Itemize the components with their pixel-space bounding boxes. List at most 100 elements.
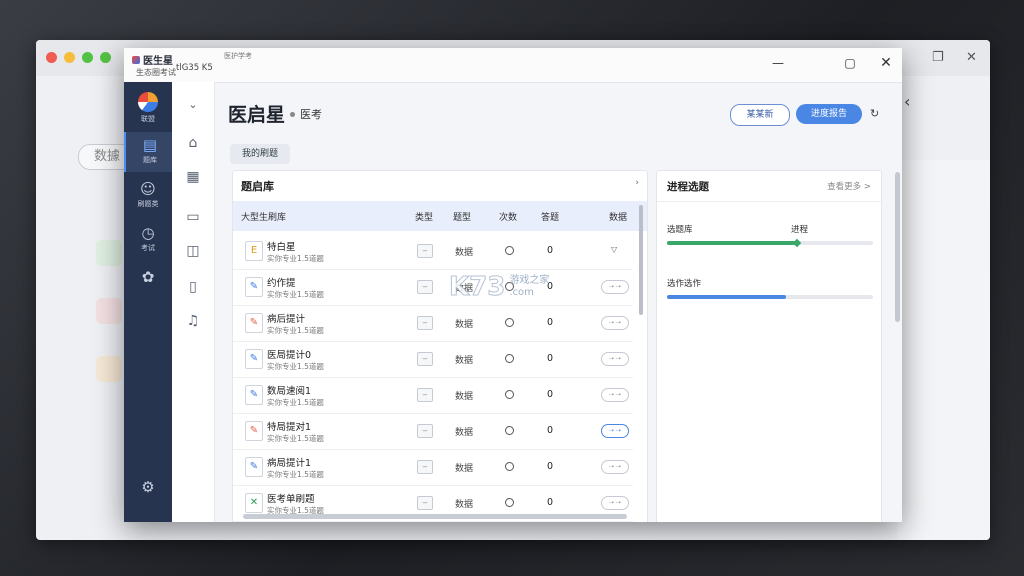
close-icon[interactable]: ✕: [966, 50, 977, 65]
zoom-dot[interactable]: [82, 52, 93, 63]
column-header[interactable]: 次数: [499, 210, 517, 223]
row-count: 0: [547, 245, 554, 256]
row-meta: 实你专业1.5道题: [267, 398, 324, 407]
file-icon: E: [245, 241, 263, 261]
row-type: 数据: [455, 464, 474, 474]
home-icon[interactable]: ⌂: [182, 132, 204, 154]
table-row[interactable]: E 特白星 实你专业1.5道题 − 数据 0 ▽: [233, 233, 633, 270]
table-row[interactable]: ✎ 病后提计 实你专业1.5道题 − 数据 0 ⇢ ⇢: [233, 305, 633, 342]
expand-icon[interactable]: ▽: [611, 245, 617, 254]
row-title[interactable]: 病局提计1: [267, 455, 311, 469]
calendar-icon[interactable]: ▭: [182, 206, 204, 228]
background-panel: [898, 160, 990, 540]
row-count: 0: [547, 353, 554, 364]
row-count: 0: [547, 317, 554, 328]
clock-icon: ◷: [141, 224, 155, 242]
row-title[interactable]: 约作提: [267, 275, 296, 289]
minimize-dot[interactable]: [64, 52, 75, 63]
column-header[interactable]: 大型生刷库: [241, 210, 286, 223]
row-meta: 实你专业1.5道题: [267, 290, 324, 299]
status-circle-icon: [505, 498, 514, 507]
rail-item-exam[interactable]: ◷ 考试: [124, 220, 172, 260]
minimize-button[interactable]: —: [768, 53, 788, 73]
chevron-left-icon: ‹: [904, 92, 911, 111]
file-icon: ✎: [245, 313, 263, 333]
restore-icon[interactable]: ❐: [932, 50, 944, 65]
tab-my-practice[interactable]: 我的刷题: [230, 144, 290, 164]
row-toggle[interactable]: ⇢ ⇢: [601, 280, 629, 294]
row-meta: 实你专业1.5道题: [267, 434, 324, 443]
row-toggle[interactable]: ⇢ ⇢: [601, 388, 629, 402]
file-icon: ✎: [245, 421, 263, 441]
row-title[interactable]: 病后提计: [267, 311, 305, 325]
row-toggle[interactable]: ⇢ ⇢: [601, 460, 629, 474]
progress-title: 进程选题: [667, 181, 709, 193]
progress-report-button[interactable]: 进度报告: [796, 104, 862, 124]
checkbox[interactable]: −: [417, 316, 433, 330]
checkbox[interactable]: −: [417, 352, 433, 366]
row-title[interactable]: 数局速阅1: [267, 383, 311, 397]
background-tile: [96, 356, 122, 382]
row-toggle[interactable]: ⇢ ⇢: [601, 316, 629, 330]
content-scrollbar[interactable]: [895, 172, 900, 322]
book-icon: ▤: [142, 136, 158, 154]
table-row[interactable]: ✎ 医局提计0 实你专业1.5道题 − 数据 0 ⇢ ⇢: [233, 341, 633, 378]
row-type: 数据: [455, 428, 474, 438]
row-toggle[interactable]: ⇢ ⇢: [601, 496, 629, 510]
gear-icon: ⚙: [141, 478, 155, 496]
horizontal-scrollbar[interactable]: [243, 514, 627, 519]
rail-item-questions[interactable]: ▤ 题库: [124, 132, 174, 172]
group-icon: ☺: [140, 180, 156, 198]
row-count: 0: [547, 425, 554, 436]
progress-marker: [792, 238, 802, 248]
maximize-button[interactable]: ▢: [840, 53, 860, 73]
main-content: 医启星 医考 某某新 进度报告 ↻ 我的刷题 题启库 › 大型生刷库 类型 题型…: [214, 82, 902, 522]
checkbox[interactable]: −: [417, 424, 433, 438]
chart-icon[interactable]: ◫: [182, 240, 204, 262]
column-header[interactable]: 答题: [541, 210, 559, 223]
column-header[interactable]: 数据: [609, 210, 627, 223]
close-button[interactable]: ✕: [876, 53, 896, 73]
title-dot: [290, 112, 295, 117]
progress-label: 选作选作: [667, 279, 702, 289]
progress-panel: 进程选题 查看更多 > 选题库 进程 选作选作: [656, 170, 882, 522]
row-title[interactable]: 特局提对1: [267, 419, 311, 433]
grid-icon[interactable]: ▯: [182, 276, 204, 298]
table-row[interactable]: ✎ 数局速阅1 实你专业1.5道题 − 数据 0 ⇢ ⇢: [233, 377, 633, 414]
checkbox[interactable]: −: [417, 280, 433, 294]
row-toggle[interactable]: ⇢ ⇢: [601, 352, 629, 366]
progress-bar: [667, 295, 873, 299]
chevron-down-icon[interactable]: ⌄: [182, 94, 204, 116]
brain-icon: ✿: [141, 268, 155, 286]
view-more-link[interactable]: 查看更多 >: [827, 180, 871, 192]
chevron-right-icon[interactable]: ›: [635, 178, 639, 188]
document-icon[interactable]: ▦: [182, 166, 204, 188]
row-title[interactable]: 特白星: [267, 239, 296, 253]
refresh-icon[interactable]: ↻: [870, 107, 879, 120]
new-button[interactable]: 某某新: [730, 104, 790, 126]
row-toggle[interactable]: ⇢ ⇢: [601, 424, 629, 438]
background-tile: [96, 240, 122, 266]
bell-icon[interactable]: ♫: [182, 310, 204, 332]
row-title[interactable]: 医局提计0: [267, 347, 311, 361]
vertical-scrollbar[interactable]: [639, 205, 643, 315]
app-logo-icon: [132, 55, 140, 64]
table-row[interactable]: ✎ 约作提 实你专业1.5道题 − 数据 0 ⇢ ⇢: [233, 269, 633, 306]
checkbox[interactable]: −: [417, 496, 433, 510]
rail-item-settings[interactable]: ⚙: [124, 474, 172, 514]
checkbox[interactable]: −: [417, 388, 433, 402]
page-subtitle: 医考: [300, 108, 322, 121]
rail-item-practice[interactable]: ☺ 刷题类: [124, 176, 172, 216]
checkbox[interactable]: −: [417, 460, 433, 474]
checkbox[interactable]: −: [417, 244, 433, 258]
row-title[interactable]: 医考单刷题: [267, 491, 315, 505]
app-title: 医生星: [132, 52, 173, 67]
column-header[interactable]: 类型: [415, 210, 433, 223]
row-count: 0: [547, 461, 554, 472]
rail-item-brain[interactable]: ✿: [124, 264, 172, 304]
file-icon: ✕: [245, 493, 263, 513]
close-dot[interactable]: [46, 52, 57, 63]
table-row[interactable]: ✎ 特局提对1 实你专业1.5道题 − 数据 0 ⇢ ⇢: [233, 413, 633, 450]
column-header[interactable]: 题型: [453, 210, 471, 223]
table-row[interactable]: ✎ 病局提计1 实你专业1.5道题 − 数据 0 ⇢ ⇢: [233, 449, 633, 486]
